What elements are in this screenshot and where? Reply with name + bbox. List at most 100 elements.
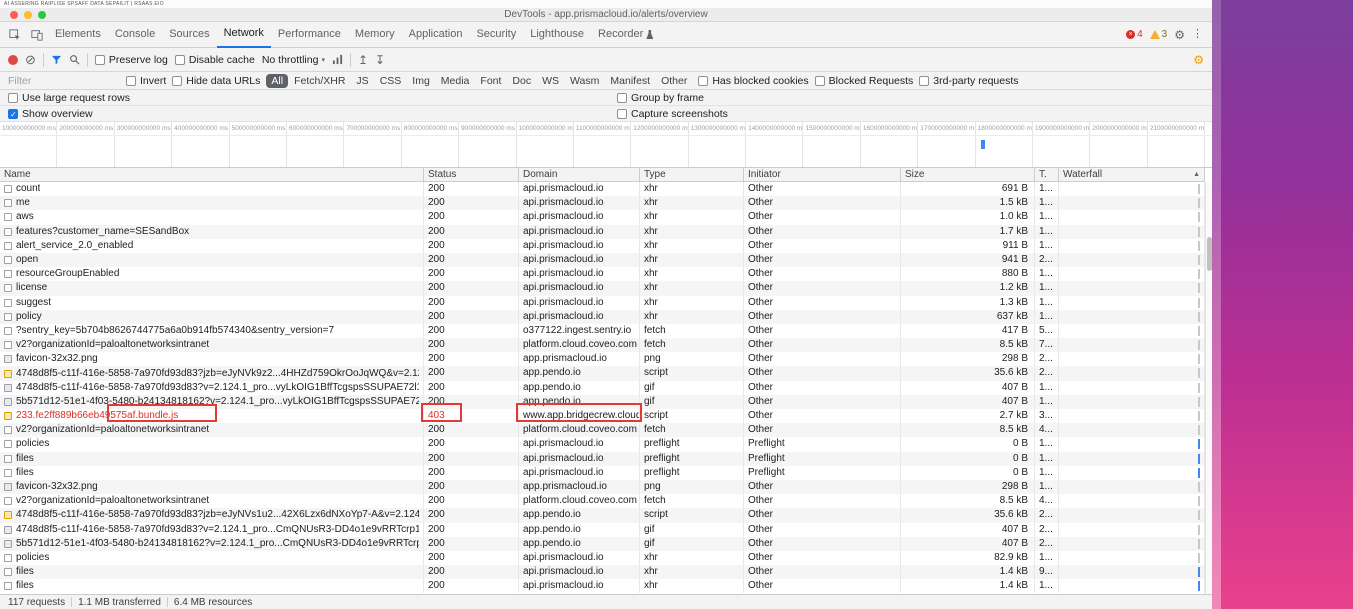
table-row[interactable]: policies200api.prismacloud.ioxhrOther82.…: [0, 551, 1205, 565]
time-cell: 4...: [1035, 423, 1059, 437]
inspect-element-button[interactable]: [4, 25, 26, 45]
column-header-size[interactable]: Size: [901, 168, 1035, 181]
table-row[interactable]: favicon-32x32.png200app.prismacloud.iopn…: [0, 352, 1205, 366]
table-row[interactable]: 5b571d12-51e1-4f03-5480-b24134818162?v=2…: [0, 537, 1205, 551]
preserve-log-checkbox[interactable]: [95, 55, 105, 65]
table-row[interactable]: v2?organizationId=paloaltonetworksintran…: [0, 494, 1205, 508]
group-by-frame-checkbox[interactable]: [617, 93, 627, 103]
error-badge[interactable]: × 4: [1126, 29, 1143, 40]
timeline-label: 900000000000 ms: [461, 125, 515, 132]
filter-pill-img[interactable]: Img: [407, 74, 435, 88]
table-row[interactable]: ?sentry_key=5b704b8626744775a6a0b914fb57…: [0, 324, 1205, 338]
table-row[interactable]: 4748d8f5-c11f-416e-5858-7a970fd93d83?v=2…: [0, 523, 1205, 537]
vertical-scrollbar[interactable]: [1205, 182, 1212, 594]
more-options-icon[interactable]: ⋮: [1192, 29, 1203, 40]
settings-gear-icon[interactable]: ⚙: [1174, 29, 1185, 41]
filter-pill-manifest[interactable]: Manifest: [605, 74, 655, 88]
export-har-icon[interactable]: ↥: [358, 54, 368, 66]
tab-memory[interactable]: Memory: [348, 22, 402, 48]
clear-network-log-icon[interactable]: ⊘: [25, 53, 36, 66]
tab-application[interactable]: Application: [402, 22, 470, 48]
tab-security[interactable]: Security: [469, 22, 523, 48]
filter-pill-fetch-xhr[interactable]: Fetch/XHR: [289, 74, 350, 88]
table-row[interactable]: open200api.prismacloud.ioxhrOther941 B2.…: [0, 253, 1205, 267]
blocked-requests-checkbox[interactable]: [815, 76, 825, 86]
hide-data-urls-checkbox[interactable]: [172, 76, 182, 86]
show-overview-checkbox[interactable]: [8, 109, 18, 119]
table-row[interactable]: 4748d8f5-c11f-416e-5858-7a970fd93d83?jzb…: [0, 366, 1205, 380]
network-settings-gear-icon[interactable]: ⚙: [1193, 54, 1204, 66]
table-row[interactable]: 4748d8f5-c11f-416e-5858-7a970fd93d83?jzb…: [0, 508, 1205, 522]
tab-performance[interactable]: Performance: [271, 22, 348, 48]
table-row[interactable]: policies200api.prismacloud.iopreflightPr…: [0, 437, 1205, 451]
table-row[interactable]: alert_service_2.0_enabled200api.prismacl…: [0, 239, 1205, 253]
scrollbar-thumb[interactable]: [1207, 237, 1212, 271]
table-row[interactable]: 4748d8f5-c11f-416e-5858-7a970fd93d83?v=2…: [0, 381, 1205, 395]
tab-recorder[interactable]: Recorder: [591, 22, 660, 48]
column-header-waterfall[interactable]: Waterfall▲: [1059, 168, 1205, 181]
table-row[interactable]: files200api.prismacloud.ioxhrOther1.4 kB…: [0, 579, 1205, 593]
tab-console[interactable]: Console: [108, 22, 162, 48]
zoom-window-button[interactable]: [38, 11, 46, 19]
table-row[interactable]: count200api.prismacloud.ioxhrOther691 B1…: [0, 182, 1205, 196]
tab-elements[interactable]: Elements: [48, 22, 108, 48]
filter-pill-js[interactable]: JS: [351, 74, 373, 88]
column-header-domain[interactable]: Domain: [519, 168, 640, 181]
table-row[interactable]: policy200api.prismacloud.ioxhrOther637 k…: [0, 310, 1205, 324]
file-type-icon: [4, 384, 12, 392]
timeline-gridline: 400000000000 ms: [172, 122, 229, 167]
table-row[interactable]: files200api.prismacloud.ioxhrOther1.4 kB…: [0, 565, 1205, 579]
record-network-log-button[interactable]: [8, 55, 18, 65]
filter-pill-font[interactable]: Font: [475, 74, 506, 88]
throttling-select[interactable]: No throttling ▾: [262, 54, 325, 66]
filter-pill-wasm[interactable]: Wasm: [565, 74, 604, 88]
filter-pill-doc[interactable]: Doc: [507, 74, 536, 88]
table-row[interactable]: favicon-32x32.png200app.prismacloud.iopn…: [0, 480, 1205, 494]
device-toolbar-button[interactable]: [26, 25, 48, 45]
network-conditions-button[interactable]: [332, 54, 343, 65]
filter-pill-ws[interactable]: WS: [537, 74, 564, 88]
column-header-name[interactable]: Name: [0, 168, 424, 181]
table-row[interactable]: suggest200api.prismacloud.ioxhrOther1.3 …: [0, 296, 1205, 310]
table-row[interactable]: license200api.prismacloud.ioxhrOther1.2 …: [0, 281, 1205, 295]
invert-checkbox[interactable]: [126, 76, 136, 86]
tab-network[interactable]: Network: [217, 22, 271, 48]
disable-cache-checkbox[interactable]: [175, 55, 185, 65]
tab-lighthouse[interactable]: Lighthouse: [523, 22, 591, 48]
third-party-requests-checkbox[interactable]: [919, 76, 929, 86]
table-row[interactable]: aws200api.prismacloud.ioxhrOther1.0 kB1.…: [0, 210, 1205, 224]
filter-pill-other[interactable]: Other: [656, 74, 692, 88]
tab-sources[interactable]: Sources: [162, 22, 216, 48]
table-row[interactable]: files200api.prismacloud.iopreflightPrefl…: [0, 466, 1205, 480]
timeline-label: 1200000000000 ms: [633, 125, 688, 132]
column-header-time[interactable]: T.: [1035, 168, 1059, 181]
column-header-status[interactable]: Status: [424, 168, 519, 181]
close-window-button[interactable]: [10, 11, 18, 19]
filter-pill-media[interactable]: Media: [436, 74, 475, 88]
table-row[interactable]: features?customer_name=SESandBox200api.p…: [0, 225, 1205, 239]
table-row[interactable]: me200api.prismacloud.ioxhrOther1.5 kB1..…: [0, 196, 1205, 210]
minimize-window-button[interactable]: [24, 11, 32, 19]
import-har-icon[interactable]: ↧: [375, 54, 385, 66]
search-button[interactable]: [69, 54, 80, 65]
waterfall-bar: [1198, 298, 1200, 308]
status-cell: 200: [424, 366, 519, 380]
has-blocked-cookies-checkbox[interactable]: [698, 76, 708, 86]
request-name: files: [16, 466, 34, 480]
filter-input[interactable]: [8, 75, 120, 87]
filter-pill-all[interactable]: All: [266, 74, 288, 88]
column-header-type[interactable]: Type: [640, 168, 744, 181]
table-row[interactable]: v2?organizationId=paloaltonetworksintran…: [0, 423, 1205, 437]
network-overview-timeline[interactable]: 100000000000 ms200000000000 ms3000000000…: [0, 122, 1212, 168]
time-cell: 2...: [1035, 508, 1059, 522]
filter-toggle-button[interactable]: [51, 54, 62, 65]
use-large-request-rows-checkbox[interactable]: [8, 93, 18, 103]
time-cell: 1...: [1035, 210, 1059, 224]
capture-screenshots-checkbox[interactable]: [617, 109, 627, 119]
table-row[interactable]: files200api.prismacloud.iopreflightPrefl…: [0, 452, 1205, 466]
column-header-initiator[interactable]: Initiator: [744, 168, 901, 181]
table-row[interactable]: v2?organizationId=paloaltonetworksintran…: [0, 338, 1205, 352]
issues-badge[interactable]: 3: [1150, 29, 1168, 40]
table-row[interactable]: resourceGroupEnabled200api.prismacloud.i…: [0, 267, 1205, 281]
filter-pill-css[interactable]: CSS: [375, 74, 407, 88]
